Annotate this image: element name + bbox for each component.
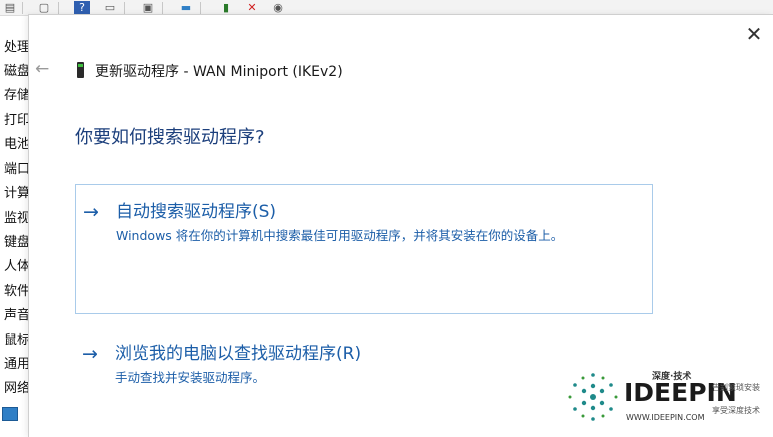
- browse-computer-description: 手动查找并安装驱动程序。: [115, 370, 266, 385]
- auto-search-description: Windows 将在你的计算机中搜索最佳可用驱动程序，并将其安装在你的设备上。: [116, 228, 564, 243]
- tree-item[interactable]: 电池: [4, 137, 30, 153]
- toolbar-separator: [124, 2, 125, 14]
- menu-icon[interactable]: ▤: [2, 1, 18, 15]
- watermark-slogan: 享受深度技术: [712, 406, 760, 415]
- tree-item[interactable]: 通用: [4, 357, 30, 373]
- auto-search-title[interactable]: 自动搜索驱动程序(S): [116, 201, 276, 223]
- dialog-title: 更新驱动程序 - WAN Miniport (IKEv2): [95, 64, 343, 80]
- watermark-slogan: 告别繁琐安装: [712, 383, 760, 392]
- scan-icon[interactable]: ▣: [140, 1, 156, 15]
- tree-item[interactable]: 存储: [4, 88, 30, 104]
- update-driver-icon[interactable]: ▮: [218, 1, 234, 15]
- properties-icon[interactable]: ▢: [36, 1, 52, 15]
- tree-item[interactable]: 监视: [4, 211, 30, 227]
- toolbar-separator: [22, 2, 23, 14]
- tree-item[interactable]: 磁盘: [4, 64, 30, 80]
- toolbar-separator: [200, 2, 201, 14]
- arrow-right-icon: →: [83, 201, 99, 223]
- tree-item[interactable]: 网络: [4, 381, 30, 397]
- download-icon[interactable]: ◉: [270, 1, 286, 15]
- close-button[interactable]: ✕: [743, 23, 765, 45]
- tree-item[interactable]: 计算: [4, 186, 30, 202]
- ideepin-watermark: 深度·技术 IDEEPIN WWW.IDEEPIN.COM 告别繁琐安装 享受深…: [566, 366, 766, 430]
- search-question-heading: 你要如何搜索驱动程序?: [75, 127, 265, 148]
- tree-item[interactable]: 端口: [4, 162, 30, 178]
- tree-item[interactable]: 软件: [4, 284, 30, 300]
- device-tree: 处理 磁盘 存储 打印 电池 端口 计算 监视 键盘 人体 软件 声音 鼠标 通…: [0, 16, 30, 437]
- back-arrow-icon[interactable]: ←: [35, 59, 53, 79]
- uninstall-icon[interactable]: ✕: [244, 1, 260, 15]
- tree-item[interactable]: 处理: [4, 40, 30, 56]
- tree-item[interactable]: 鼠标: [4, 333, 30, 349]
- toolbar-separator: [58, 2, 59, 14]
- watermark-url: WWW.IDEEPIN.COM: [626, 413, 705, 422]
- tree-item[interactable]: 声音: [4, 308, 30, 324]
- auto-search-option[interactable]: → 自动搜索驱动程序(S) Windows 将在你的计算机中搜索最佳可用驱动程序…: [75, 184, 653, 314]
- toolbar-separator: [162, 2, 163, 14]
- window-icon[interactable]: ▭: [102, 1, 118, 15]
- browse-computer-title[interactable]: 浏览我的电脑以查找驱动程序(R): [115, 343, 361, 365]
- ideepin-logo-icon: [568, 373, 618, 421]
- monitor-icon[interactable]: ▬: [178, 1, 194, 15]
- help-icon[interactable]: ?: [74, 1, 90, 15]
- network-adapter-icon[interactable]: [2, 407, 18, 421]
- tree-item[interactable]: 人体: [4, 259, 30, 275]
- tree-item[interactable]: 键盘: [4, 235, 30, 251]
- network-device-icon: [77, 62, 84, 78]
- arrow-right-icon: →: [82, 343, 98, 365]
- tree-item[interactable]: 打印: [4, 113, 30, 129]
